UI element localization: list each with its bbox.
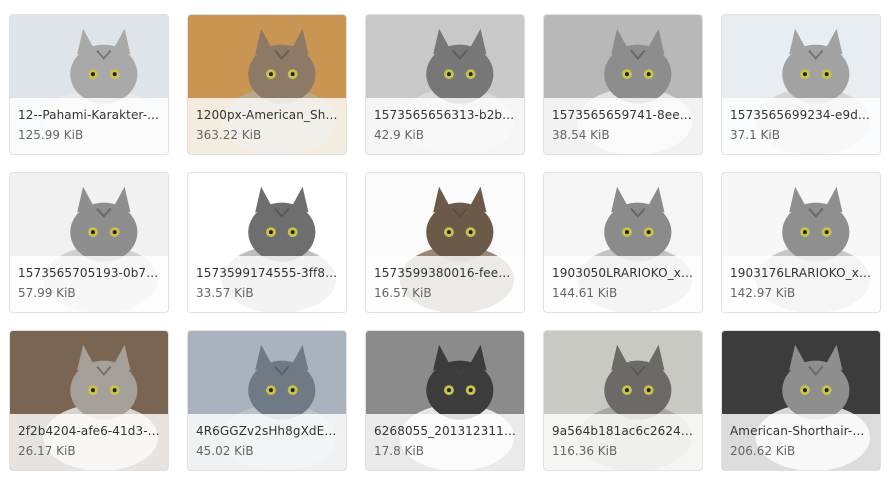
- file-card[interactable]: 1573599174555-3ff8ca... 33.57 KiB: [187, 172, 347, 313]
- file-info: 1573599380016-feea7... 16.57 KiB: [366, 256, 524, 312]
- file-size: 33.57 KiB: [196, 286, 254, 300]
- file-size: 116.36 KiB: [552, 444, 618, 458]
- file-name: 1573565659741-8ee71...: [552, 108, 694, 122]
- file-size: 38.54 KiB: [552, 128, 610, 142]
- file-info: 1903050LRARIOKO_xg... 144.61 KiB: [544, 256, 702, 312]
- file-name: 1573599174555-3ff8ca...: [196, 266, 338, 280]
- file-card[interactable]: 1200px-American_Shor... 363.22 KiB: [187, 14, 347, 155]
- file-size: 37.1 KiB: [730, 128, 780, 142]
- file-card[interactable]: 1903050LRARIOKO_xg... 144.61 KiB: [543, 172, 703, 313]
- file-name: 1200px-American_Shor...: [196, 108, 338, 122]
- file-size: 363.22 KiB: [196, 128, 262, 142]
- file-info: 4R6GGZv2sHh8gXdEp... 45.02 KiB: [188, 414, 346, 470]
- file-info: American-Shorthair-1.jpg 206.62 KiB: [722, 414, 880, 470]
- file-name: 1573565705193-0b775...: [18, 266, 160, 280]
- file-info: 1200px-American_Shor... 363.22 KiB: [188, 98, 346, 154]
- file-name: 1903050LRARIOKO_xg...: [552, 266, 694, 280]
- file-card[interactable]: 9a564b181ac6c26246... 116.36 KiB: [543, 330, 703, 471]
- file-card[interactable]: 1573565705193-0b775... 57.99 KiB: [9, 172, 169, 313]
- file-name: 9a564b181ac6c26246...: [552, 424, 694, 438]
- file-size: 42.9 KiB: [374, 128, 424, 142]
- file-name: 1903176LRARIOKO_xga...: [730, 266, 872, 280]
- file-card[interactable]: 1573599380016-feea7... 16.57 KiB: [365, 172, 525, 313]
- file-card[interactable]: 1573565699234-e9dd... 37.1 KiB: [721, 14, 881, 155]
- file-name: 12--Pahami-Karakter-...: [18, 108, 159, 122]
- file-info: 1573565705193-0b775... 57.99 KiB: [10, 256, 168, 312]
- file-name: American-Shorthair-1.jpg: [730, 424, 872, 438]
- file-info: 12--Pahami-Karakter-... 125.99 KiB: [10, 98, 168, 154]
- file-name: 1573599380016-feea7...: [374, 266, 516, 280]
- file-name: 2f2b4204-afe6-41d3-8...: [18, 424, 160, 438]
- file-card[interactable]: 6268055_20131231121... 17.8 KiB: [365, 330, 525, 471]
- file-size: 16.57 KiB: [374, 286, 432, 300]
- file-name: 6268055_20131231121...: [374, 424, 516, 438]
- file-card[interactable]: 4R6GGZv2sHh8gXdEp... 45.02 KiB: [187, 330, 347, 471]
- file-size: 26.17 KiB: [18, 444, 76, 458]
- file-size: 45.02 KiB: [196, 444, 254, 458]
- file-info: 9a564b181ac6c26246... 116.36 KiB: [544, 414, 702, 470]
- file-card[interactable]: 2f2b4204-afe6-41d3-8... 26.17 KiB: [9, 330, 169, 471]
- file-size: 17.8 KiB: [374, 444, 424, 458]
- file-size: 142.97 KiB: [730, 286, 796, 300]
- file-info: 1573565659741-8ee71... 38.54 KiB: [544, 98, 702, 154]
- file-name: 1573565656313-b2b91...: [374, 108, 516, 122]
- file-size: 57.99 KiB: [18, 286, 76, 300]
- file-info: 1573599174555-3ff8ca... 33.57 KiB: [188, 256, 346, 312]
- file-size: 144.61 KiB: [552, 286, 618, 300]
- file-info: 6268055_20131231121... 17.8 KiB: [366, 414, 524, 470]
- file-card[interactable]: 1573565659741-8ee71... 38.54 KiB: [543, 14, 703, 155]
- file-size: 125.99 KiB: [18, 128, 84, 142]
- file-card[interactable]: American-Shorthair-1.jpg 206.62 KiB: [721, 330, 881, 471]
- file-info: 1903176LRARIOKO_xga... 142.97 KiB: [722, 256, 880, 312]
- file-card[interactable]: 1573565656313-b2b91... 42.9 KiB: [365, 14, 525, 155]
- file-size: 206.62 KiB: [730, 444, 796, 458]
- file-info: 1573565699234-e9dd... 37.1 KiB: [722, 98, 880, 154]
- file-card[interactable]: 12--Pahami-Karakter-... 125.99 KiB: [9, 14, 169, 155]
- file-grid: 12--Pahami-Karakter-... 125.99 KiB 1200px-…: [0, 0, 894, 477]
- file-card[interactable]: 1903176LRARIOKO_xga... 142.97 KiB: [721, 172, 881, 313]
- file-info: 1573565656313-b2b91... 42.9 KiB: [366, 98, 524, 154]
- file-name: 1573565699234-e9dd...: [730, 108, 872, 122]
- file-info: 2f2b4204-afe6-41d3-8... 26.17 KiB: [10, 414, 168, 470]
- file-name: 4R6GGZv2sHh8gXdEp...: [196, 424, 338, 438]
